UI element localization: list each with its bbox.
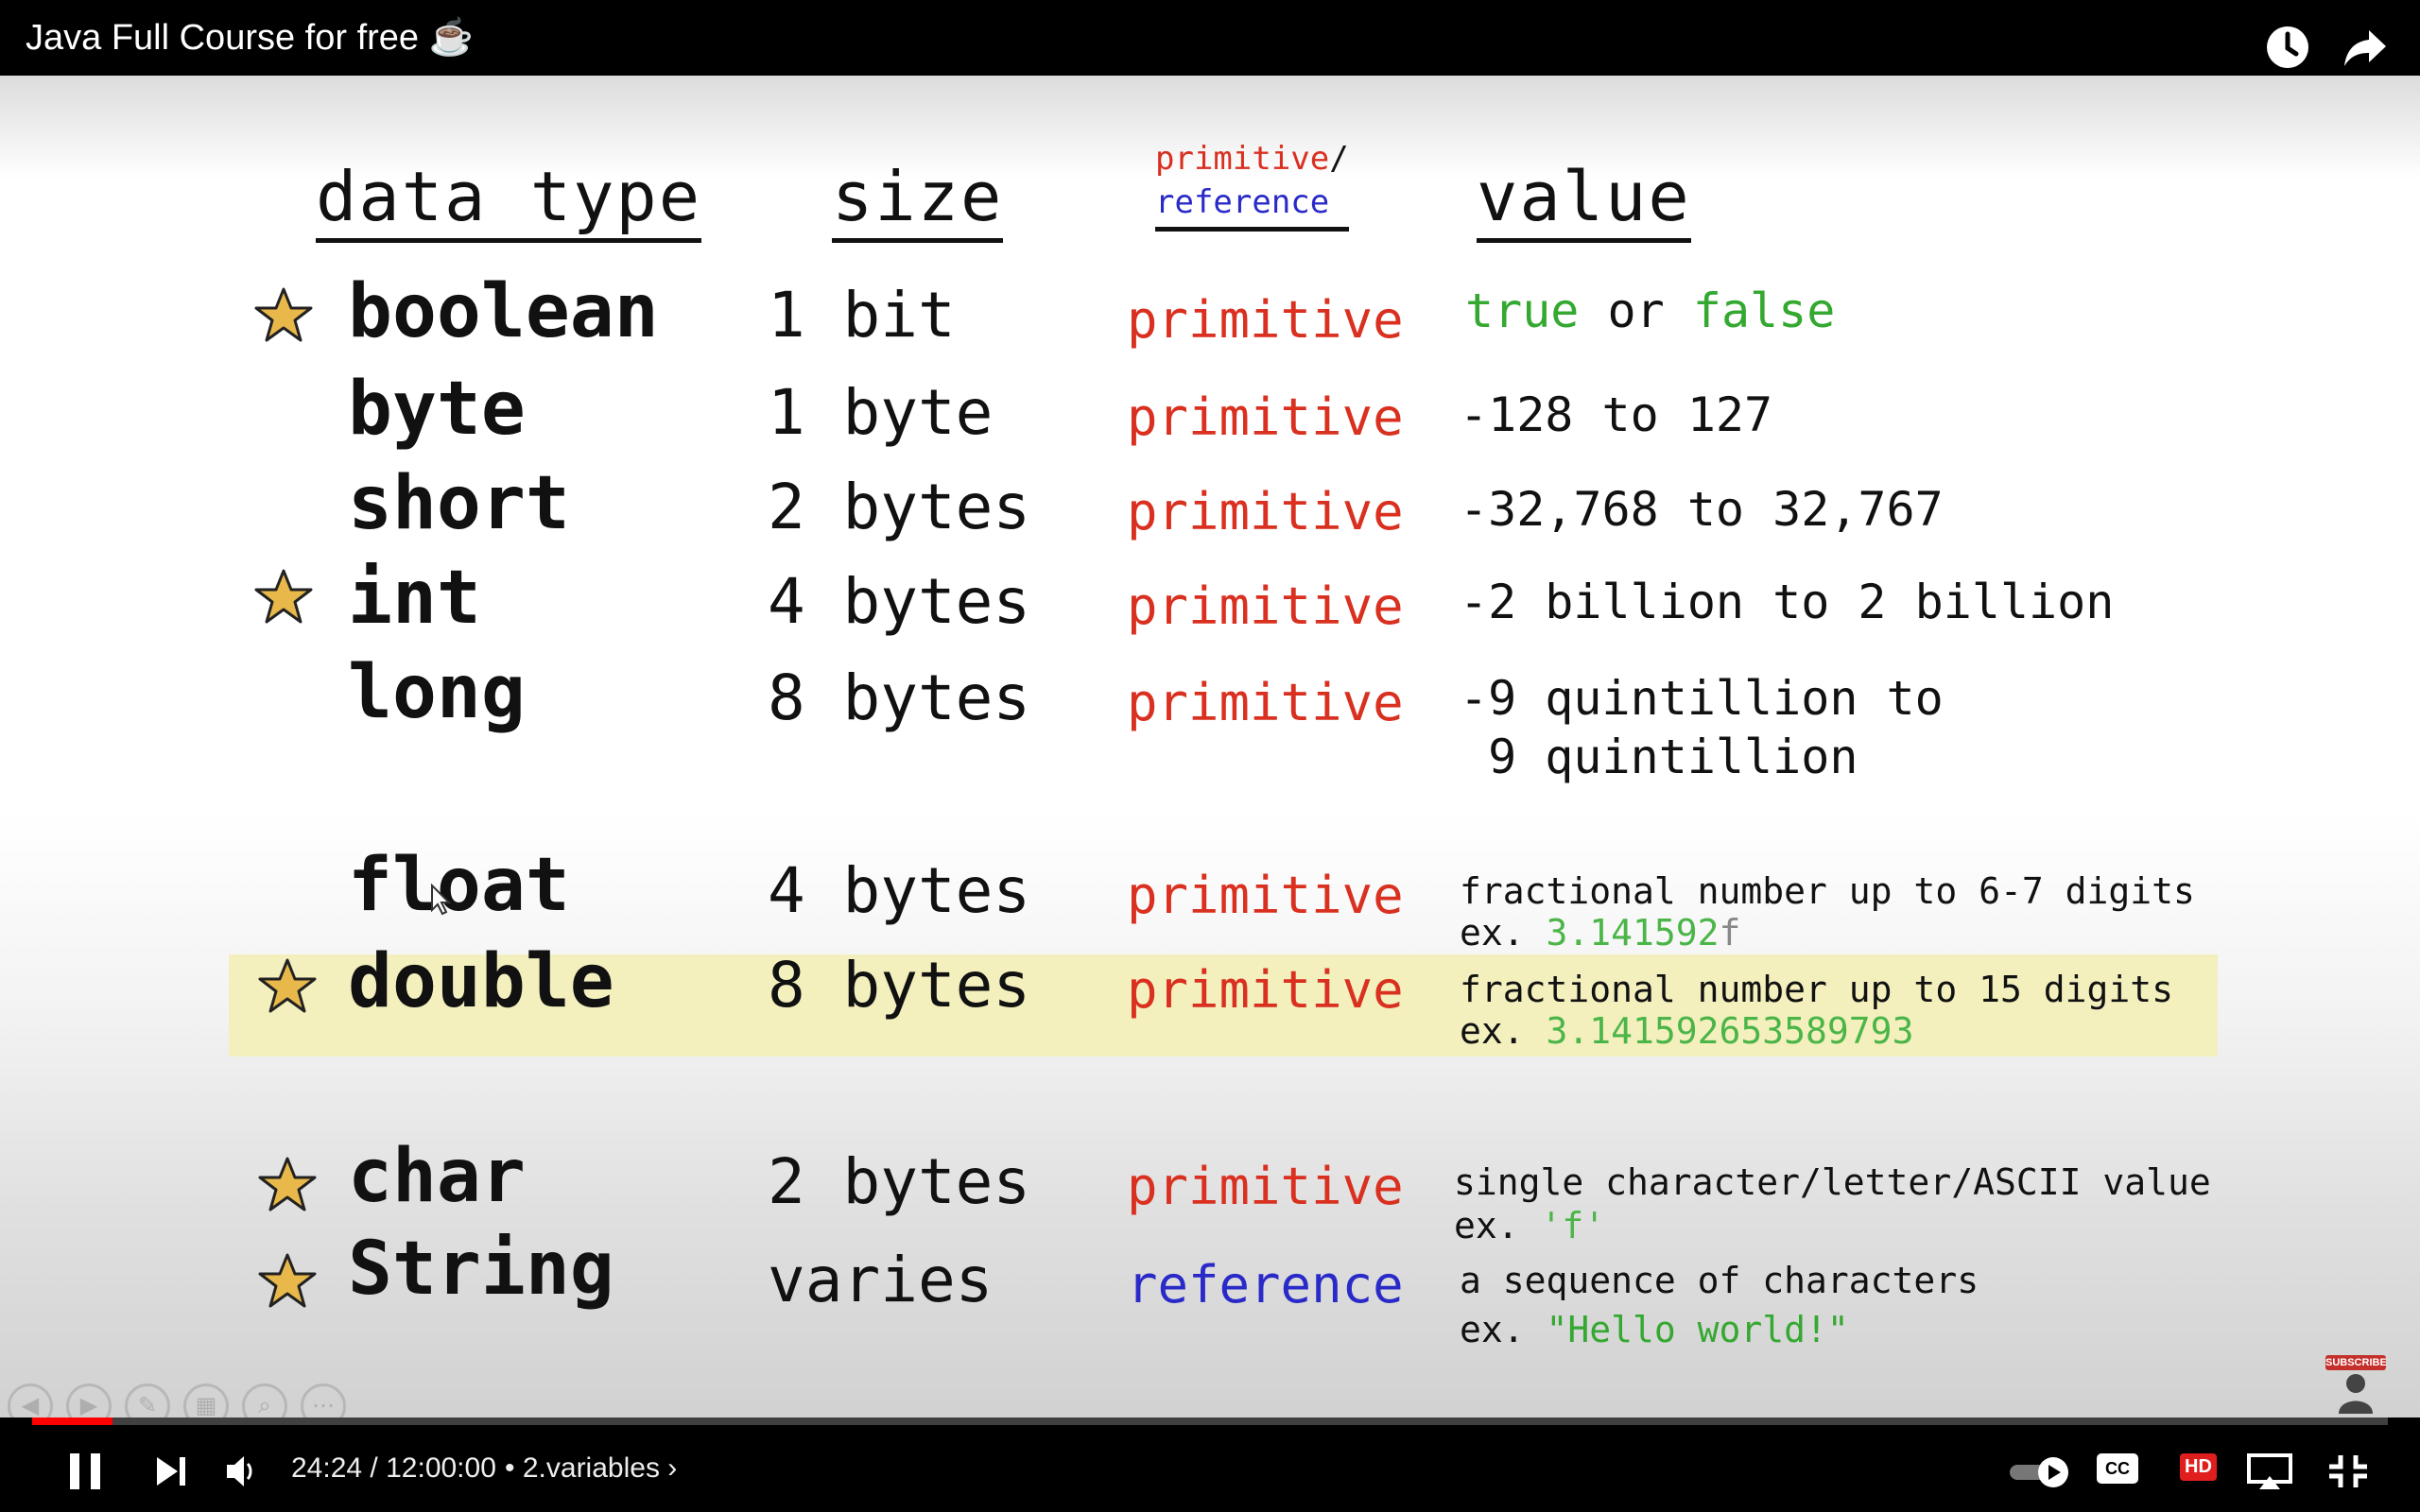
- value-false: false: [1692, 284, 1836, 338]
- subscribe-label: SUBSCRIBE: [2325, 1355, 2387, 1370]
- value-int: -2 billion to 2 billion: [1460, 575, 2115, 629]
- chapter-bullet: •: [505, 1452, 515, 1484]
- value-string-line1: a sequence of characters: [1460, 1260, 1979, 1301]
- chevron-right-icon: ›: [667, 1452, 678, 1484]
- value-byte: -128 to 127: [1460, 387, 1773, 442]
- value-boolean: true or false: [1465, 284, 1835, 338]
- value-true: true: [1465, 284, 1580, 338]
- chapter-title: 2.variables: [522, 1452, 660, 1484]
- volume-icon[interactable]: [225, 1446, 259, 1497]
- time-separator: /: [370, 1452, 378, 1484]
- example-value: 3.141592: [1546, 912, 1720, 954]
- settings-hd-icon[interactable]: HD: [2180, 1453, 2231, 1486]
- example-value: 3.141592653589793: [1546, 1010, 1914, 1052]
- kind-byte: primitive: [1127, 387, 1404, 447]
- type-long: long: [348, 650, 526, 735]
- type-string: String: [348, 1227, 614, 1312]
- progress-played: [32, 1418, 112, 1425]
- subscribe-watermark[interactable]: SUBSCRIBE: [2325, 1355, 2387, 1419]
- value-long-line1: -9 quintillion to: [1460, 671, 1944, 726]
- mouse-cursor-icon: [431, 884, 451, 916]
- kind-double: primitive: [1127, 960, 1404, 1020]
- star-icon: [258, 958, 317, 1013]
- exit-fullscreen-icon[interactable]: [2327, 1446, 2369, 1497]
- value-double-example: ex. 3.141592653589793: [1460, 1011, 1913, 1052]
- kind-char: primitive: [1127, 1157, 1404, 1216]
- chapter-button[interactable]: • 2.variables ›: [505, 1452, 677, 1485]
- size-string: varies: [768, 1244, 994, 1316]
- header-value: value: [1477, 163, 1691, 243]
- kind-long: primitive: [1127, 673, 1404, 732]
- value-or: or: [1579, 284, 1693, 338]
- example-prefix: ex.: [1454, 1205, 1541, 1246]
- kind-short: primitive: [1127, 482, 1404, 541]
- next-video-icon[interactable]: [153, 1446, 189, 1497]
- example-suffix: f: [1719, 912, 1741, 954]
- current-time: 24:24: [291, 1452, 363, 1484]
- size-double: 8 bytes: [768, 949, 1031, 1022]
- header-data-type: data type: [316, 163, 702, 243]
- hd-badge: HD: [2180, 1453, 2217, 1481]
- duration: 12:00:00: [386, 1452, 496, 1484]
- video-frame[interactable]: data type size primitive/ reference valu…: [0, 76, 2420, 1436]
- value-double-line1: fractional number up to 15 digits: [1460, 969, 2173, 1010]
- size-boolean: 1 bit: [768, 279, 956, 352]
- example-prefix: ex.: [1460, 912, 1547, 954]
- autoplay-toggle-icon[interactable]: [2006, 1446, 2072, 1497]
- pause-icon[interactable]: [66, 1446, 104, 1497]
- video-title[interactable]: Java Full Course for free ☕: [26, 0, 474, 87]
- size-byte: 1 byte: [768, 376, 994, 449]
- value-short: -32,768 to 32,767: [1460, 482, 1944, 537]
- header-primitive-word: primitive: [1155, 140, 1330, 178]
- progress-bar[interactable]: [32, 1418, 2388, 1425]
- example-value: "Hello world!": [1546, 1309, 1849, 1350]
- example-prefix: ex.: [1460, 1309, 1547, 1350]
- star-icon: [258, 1157, 317, 1211]
- share-icon[interactable]: [2341, 23, 2390, 72]
- airplay-icon[interactable]: [2246, 1446, 2293, 1497]
- size-float: 4 bytes: [768, 854, 1031, 927]
- type-boolean: boolean: [348, 269, 659, 354]
- type-byte: byte: [348, 367, 526, 452]
- size-char: 2 bytes: [768, 1145, 1031, 1218]
- value-float-example: ex. 3.141592f: [1460, 913, 1740, 954]
- size-short: 2 bytes: [768, 471, 1031, 543]
- header-slash: /: [1329, 140, 1349, 178]
- size-long: 8 bytes: [768, 662, 1031, 734]
- kind-string: reference: [1127, 1255, 1404, 1314]
- kind-int: primitive: [1127, 576, 1404, 636]
- star-icon: [258, 1253, 317, 1308]
- kind-boolean: primitive: [1127, 290, 1404, 350]
- example-prefix: ex.: [1460, 1010, 1547, 1052]
- header-primitive-reference: primitive/ reference: [1155, 138, 1349, 232]
- value-char-line1: single character/letter/ASCII value: [1454, 1161, 2211, 1203]
- type-double: double: [348, 939, 614, 1024]
- value-long-line2: 9 quintillion: [1460, 730, 1858, 784]
- example-value: 'f': [1540, 1205, 1606, 1246]
- player-controls: 24:24 / 12:00:00 • 2.variables › CC HD: [0, 1418, 2420, 1512]
- captions-icon[interactable]: CC: [2097, 1453, 2138, 1484]
- time-display: 24:24 / 12:00:00: [291, 1452, 496, 1485]
- type-int: int: [348, 556, 481, 641]
- header-size: size: [832, 163, 1004, 243]
- watch-later-icon[interactable]: [2263, 23, 2312, 72]
- star-icon: [254, 287, 313, 342]
- value-string-example: ex. "Hello world!": [1460, 1310, 1849, 1350]
- value-float-line1: fractional number up to 6-7 digits: [1460, 870, 2195, 912]
- player-top-bar: Java Full Course for free ☕: [0, 0, 2420, 76]
- type-float: float: [348, 843, 570, 928]
- header-reference-word: reference: [1155, 182, 1330, 221]
- star-icon: [254, 569, 313, 624]
- kind-float: primitive: [1127, 866, 1404, 925]
- size-int: 4 bytes: [768, 565, 1031, 638]
- type-char: char: [348, 1134, 526, 1219]
- type-short: short: [348, 461, 570, 546]
- channel-avatar-icon: [2339, 1374, 2373, 1414]
- value-char-example: ex. 'f': [1454, 1206, 1605, 1246]
